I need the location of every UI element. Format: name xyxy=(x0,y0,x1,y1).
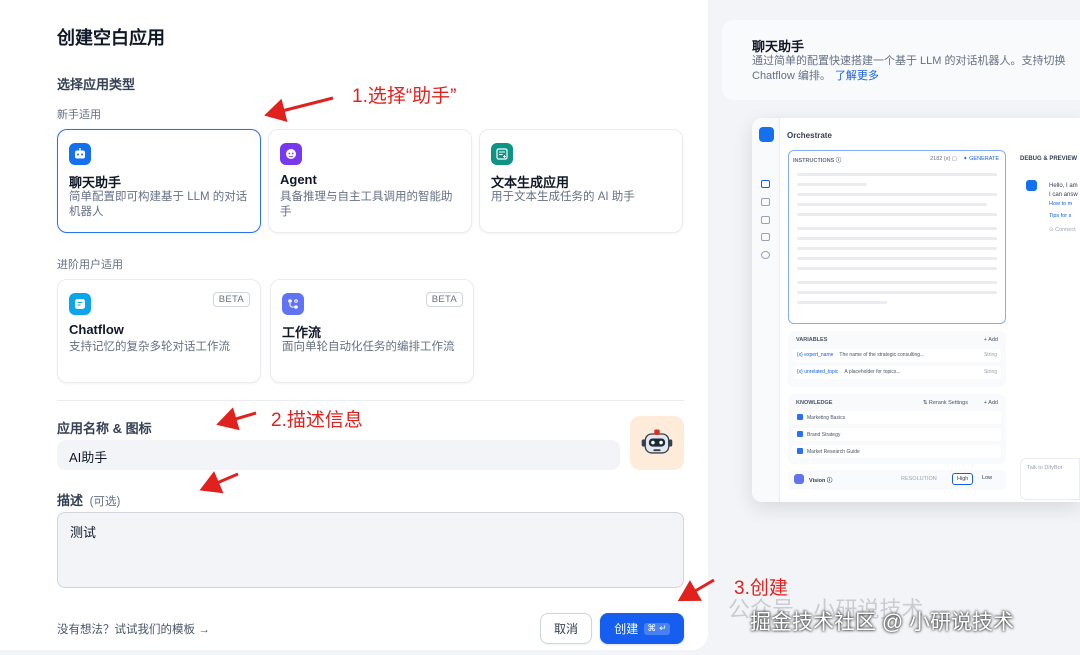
card-name: Agent xyxy=(280,172,317,187)
info-desc-line2: Chatflow 编排。 xyxy=(752,70,831,82)
description-textarea[interactable]: 测试 xyxy=(57,512,684,588)
card-name: 工作流 xyxy=(282,325,322,340)
preview-logo-icon xyxy=(759,127,774,142)
preview-orchestrate-title: Orchestrate xyxy=(787,131,832,140)
text-generation-icon xyxy=(491,143,513,165)
placeholder-line xyxy=(797,267,997,270)
section-divider xyxy=(57,400,684,401)
preview-debug-title: DEBUG & PREVIEW xyxy=(1020,156,1078,162)
preview-resolution-label: RESOLUTION xyxy=(901,476,937,482)
card-name: Chatflow xyxy=(69,322,124,337)
beta-badge: BETA xyxy=(212,292,250,307)
preview-vision-row: Vision ⓘ RESOLUTION High Low xyxy=(788,470,1006,490)
card-desc: 支持记忆的复杂多轮对话工作流 xyxy=(69,341,230,353)
advanced-group-label: 进阶用户适用 xyxy=(57,259,123,271)
preview-generate: ✦ GENERATE xyxy=(963,156,999,162)
name-section-label: 应用名称 & 图标 xyxy=(57,421,152,436)
preview-nav-icon xyxy=(761,251,770,259)
app-icon-picker[interactable] xyxy=(630,416,684,470)
beginner-group-label: 新手适用 xyxy=(57,109,101,121)
preview-variable-row: {x} unrelated_topic A placeholder for top… xyxy=(793,366,1001,379)
desc-label: 描述 xyxy=(57,493,84,508)
card-desc: 面向单轮自动化任务的编排工作流 xyxy=(282,341,455,353)
card-desc: 具备推理与自主工具调用的智能助手 xyxy=(280,191,453,218)
page-title: 创建空白应用 xyxy=(57,28,165,48)
info-title: 聊天助手 xyxy=(752,39,805,54)
placeholder-line xyxy=(797,183,867,186)
info-description: 通过简单的配置快速搭建一个基于 LLM 的对话机器人。支持切换 Chatflow… xyxy=(752,54,1080,84)
placeholder-line xyxy=(797,193,997,196)
watermark: 掘金技术社区 @ 小研说技术 xyxy=(750,611,1014,634)
preview-add: + Add xyxy=(983,400,998,406)
desc-section-label: 描述 (可选) xyxy=(57,490,120,509)
optional-hint: (可选) xyxy=(89,496,121,508)
card-name: 聊天助手 xyxy=(69,175,122,190)
placeholder-line xyxy=(797,173,997,176)
placeholder-line xyxy=(797,301,887,304)
preview-sidebar xyxy=(752,118,780,502)
learn-more-link[interactable]: 了解更多 xyxy=(835,70,879,82)
placeholder-line xyxy=(797,247,997,250)
card-name: 文本生成应用 xyxy=(491,175,570,190)
preview-knowledge-block: KNOWLEDGE + Add ⇅ Rerank Settings Market… xyxy=(788,394,1006,464)
beta-badge: BETA xyxy=(425,292,463,307)
preview-nav-icon xyxy=(761,180,770,188)
placeholder-line xyxy=(797,213,997,216)
app-type-section-label: 选择应用类型 xyxy=(57,77,136,92)
preview-rerank: ⇅ Rerank Settings xyxy=(922,400,968,406)
preview-variables-block: VARIABLES + Add {x} expert_name The name … xyxy=(788,331,1006,387)
cancel-button[interactable]: 取消 xyxy=(540,613,592,644)
preview-nav-icon xyxy=(761,198,770,206)
placeholder-line xyxy=(797,203,987,206)
preview-add: + Add xyxy=(983,337,998,343)
app-type-card-textgen[interactable]: 文本生成应用 用于文本生成任务的 AI 助手 xyxy=(479,129,683,233)
preview-counter: 2182 {x} ▢ xyxy=(930,156,958,162)
preview-nav-icon xyxy=(761,216,770,224)
create-label: 创建 xyxy=(614,622,639,636)
card-desc: 用于文本生成任务的 AI 助手 xyxy=(491,191,635,203)
preview-nav-icon xyxy=(761,233,770,241)
keyboard-shortcut-hint: ⌘ ↵ xyxy=(644,622,670,635)
preview-knowledge-row: Brand Strategy xyxy=(793,428,1001,441)
placeholder-line xyxy=(797,227,997,230)
chatbot-icon xyxy=(69,143,91,165)
preview-chat-message: Hello, I am I can answ How to m Tips for… xyxy=(1049,183,1078,233)
preview-instructions-box: INSTRUCTIONS ⓘ 2182 {x} ▢ ✦ GENERATE xyxy=(788,150,1006,324)
robot-icon xyxy=(641,429,673,454)
template-link[interactable]: 没有想法？试试我们的模板 → xyxy=(57,621,210,637)
preview-low-option: Low xyxy=(982,475,993,481)
placeholder-line xyxy=(797,257,997,260)
preview-knowledge-row: Marketing Basics xyxy=(793,411,1001,424)
preview-knowledge-row: Market Research Guide xyxy=(793,445,1001,458)
preview-chat-input: Talk to DifyBot xyxy=(1020,458,1080,500)
create-button[interactable]: 创建 ⌘ ↵ xyxy=(600,613,684,644)
preview-instructions-label: INSTRUCTIONS ⓘ xyxy=(793,158,842,164)
chatflow-icon xyxy=(69,293,91,315)
placeholder-line xyxy=(797,237,997,240)
preview-instructions-meta: 2182 {x} ▢ ✦ GENERATE xyxy=(930,156,999,162)
app-name-input[interactable]: AI助手 xyxy=(57,440,620,470)
orchestrate-preview-image: Orchestrate INSTRUCTIONS ⓘ 2182 {x} ▢ ✦ G… xyxy=(752,118,1080,502)
workflow-icon xyxy=(282,293,304,315)
preview-bot-avatar xyxy=(1026,180,1037,191)
preview-variables-label: VARIABLES xyxy=(796,337,828,343)
card-desc: 简单配置即可构建基于 LLM 的对话机器人 xyxy=(69,191,248,218)
annotation-step2: 2.描述信息 xyxy=(271,410,363,431)
app-type-card-chatbot[interactable]: 聊天助手 简单配置即可构建基于 LLM 的对话机器人 xyxy=(57,129,261,233)
app-type-card-agent[interactable]: Agent 具备推理与自主工具调用的智能助手 xyxy=(268,129,472,233)
app-type-card-workflow[interactable]: BETA 工作流 面向单轮自动化任务的编排工作流 xyxy=(270,279,474,383)
preview-knowledge-label: KNOWLEDGE xyxy=(796,400,833,406)
preview-vision-label: Vision ⓘ xyxy=(809,478,833,484)
info-desc-line1: 通过简单的配置快速搭建一个基于 LLM 的对话机器人。支持切换 xyxy=(752,55,1066,67)
annotation-step1: 1.选择“助手” xyxy=(352,86,457,107)
agent-icon xyxy=(280,143,302,165)
preview-high-option: High xyxy=(952,473,974,485)
preview-variable-row: {x} expert_name The name of the strategic… xyxy=(793,349,1001,362)
placeholder-line xyxy=(797,281,997,284)
placeholder-line xyxy=(797,291,997,294)
app-type-card-chatflow[interactable]: BETA Chatflow 支持记忆的复杂多轮对话工作流 xyxy=(57,279,261,383)
vision-icon xyxy=(794,474,804,484)
